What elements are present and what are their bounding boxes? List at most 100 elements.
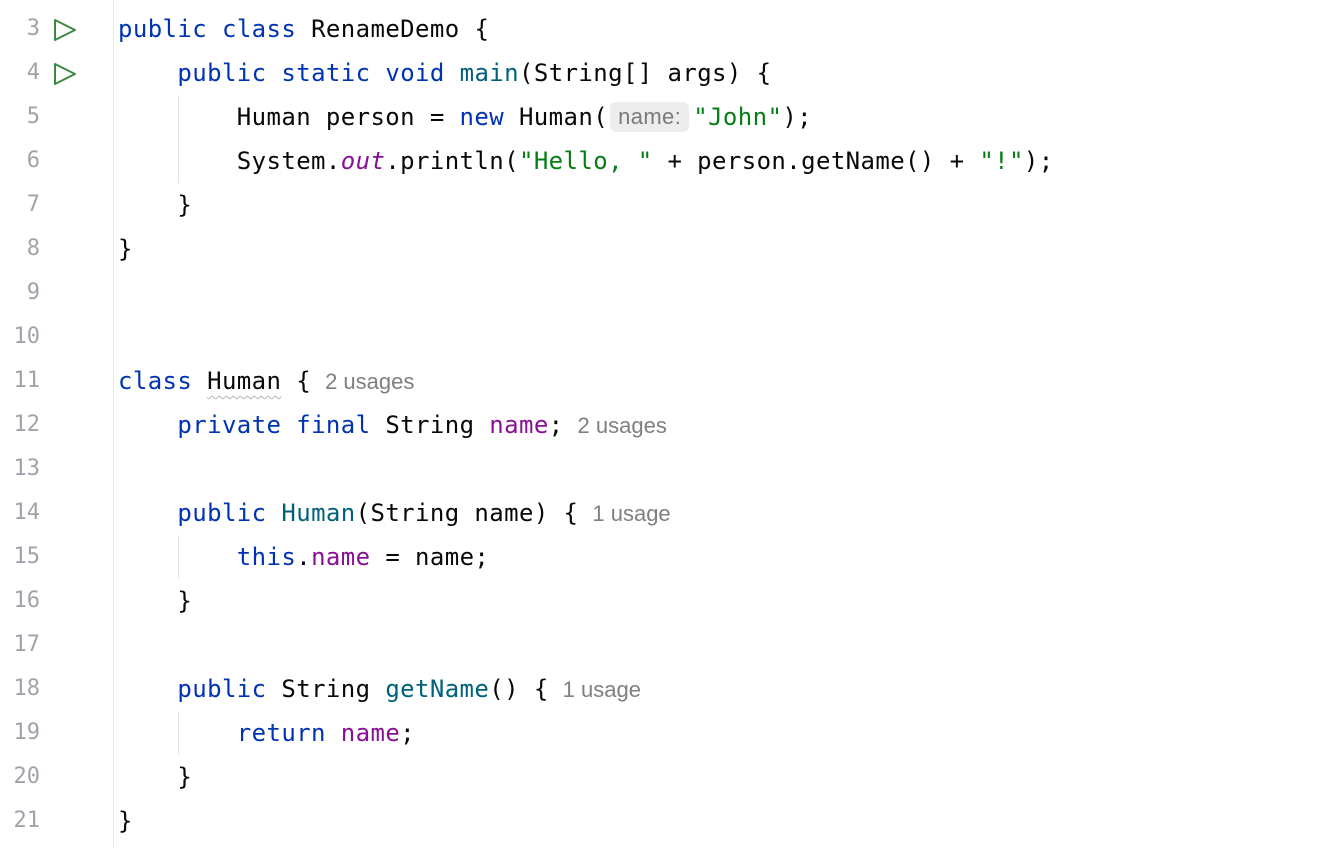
code-line: 19 return name; <box>0 711 1318 755</box>
code-line: 21 } <box>0 799 1318 843</box>
code-line: 8 } <box>0 227 1318 271</box>
keyword: void <box>385 59 445 87</box>
line-number: 16 <box>13 588 41 613</box>
field-name: name <box>311 543 371 571</box>
code-line: 14 public Human(String name) { 1 usage <box>0 491 1318 535</box>
code-token: Human( <box>504 103 609 131</box>
code-token: ; <box>400 719 416 747</box>
code-token: () { <box>489 675 549 703</box>
brace: { <box>474 15 490 43</box>
parameter-hint[interactable]: name: <box>610 102 690 132</box>
keyword: public <box>177 675 267 703</box>
code-token: .println( <box>385 147 519 175</box>
code-line: 20 } <box>0 755 1318 799</box>
keyword: public <box>177 499 267 527</box>
params: (String name) { <box>355 499 579 527</box>
run-icon[interactable] <box>52 62 78 86</box>
line-number: 18 <box>13 676 41 701</box>
code-line: 15 this.name = name; <box>0 535 1318 579</box>
field-name: name <box>489 411 549 439</box>
usages-hint[interactable]: 1 usage <box>563 677 641 702</box>
code-line: 18 public String getName() { 1 usage <box>0 667 1318 711</box>
code-line: 10 <box>0 315 1318 359</box>
line-number: 9 <box>26 280 40 305</box>
usages-hint[interactable]: 1 usage <box>592 501 670 526</box>
code-text: public static void main(String[] args) { <box>118 51 771 95</box>
keyword: public <box>177 59 267 87</box>
line-number: 13 <box>13 456 41 481</box>
code-text: public Human(String name) { 1 usage <box>118 491 670 536</box>
line-number: 20 <box>13 764 41 789</box>
line-number: 10 <box>13 324 41 349</box>
code-token: ); <box>1023 147 1054 175</box>
code-text: class Human {2 usages <box>118 359 414 404</box>
line-number: 4 <box>26 60 40 85</box>
code-token: ); <box>782 103 813 131</box>
keyword: public <box>118 15 208 43</box>
string-literal: "Hello, " <box>518 147 653 175</box>
code-line: 13 <box>0 447 1318 491</box>
code-line: 7 } <box>0 183 1318 227</box>
line-number: 14 <box>13 500 41 525</box>
brace: } <box>118 807 133 835</box>
brace: } <box>177 763 193 791</box>
code-token: = name; <box>370 543 490 571</box>
code-line: 9 <box>0 271 1318 315</box>
keyword: private <box>177 411 282 439</box>
brace: } <box>177 587 193 615</box>
code-line: 12 private final String name; 2 usages <box>0 403 1318 447</box>
static-field: out <box>340 147 386 175</box>
field-name: name <box>340 719 401 747</box>
method-name: getName <box>385 675 490 703</box>
code-line: 16 } <box>0 579 1318 623</box>
code-token: ; <box>548 411 564 439</box>
code-line: 17 <box>0 623 1318 667</box>
code-line: 3 public class RenameDemo { <box>0 7 1318 51</box>
keyword: class <box>221 15 297 43</box>
class-name: RenameDemo <box>311 15 460 43</box>
code-text: } <box>118 183 192 227</box>
line-number: 21 <box>13 808 41 833</box>
code-text: public String getName() { 1 usage <box>118 667 641 712</box>
code-line: 11 class Human {2 usages <box>0 359 1318 403</box>
line-number: 8 <box>26 236 40 261</box>
line-number: 12 <box>13 412 41 437</box>
code-text: private final String name; 2 usages <box>118 403 667 448</box>
class-name[interactable]: Human <box>207 367 281 395</box>
method-name: main <box>459 59 520 87</box>
string-literal: "John" <box>693 103 783 131</box>
string-literal: "!" <box>979 147 1024 175</box>
usages-hint[interactable]: 2 usages <box>325 369 414 394</box>
line-number: 17 <box>13 632 41 657</box>
run-icon[interactable] <box>52 18 78 42</box>
code-text: } <box>118 755 192 799</box>
line-number: 11 <box>13 368 41 393</box>
line-number: 5 <box>26 104 40 129</box>
brace: } <box>177 191 193 219</box>
type-name: String <box>266 675 386 703</box>
type-name: String <box>370 411 490 439</box>
code-token: System. <box>236 147 341 175</box>
keyword: this <box>236 543 297 571</box>
code-text: } <box>118 799 133 843</box>
line-number: 15 <box>13 544 41 569</box>
code-text: Human person = new Human(name: "John"); <box>118 95 812 139</box>
line-number: 7 <box>26 192 40 217</box>
keyword: static <box>281 59 371 87</box>
params: (String[] args) { <box>519 59 772 87</box>
keyword: class <box>118 367 193 395</box>
line-number: 3 <box>26 16 40 41</box>
code-token: Human person = <box>236 103 460 131</box>
code-line: 6 System.out.println("Hello, " + person.… <box>0 139 1318 183</box>
code-text: System.out.println("Hello, " + person.ge… <box>118 139 1054 183</box>
code-text: return name; <box>118 711 415 755</box>
keyword: new <box>459 103 505 131</box>
code-text: } <box>118 227 133 271</box>
usages-hint[interactable]: 2 usages <box>578 413 667 438</box>
line-number: 6 <box>26 148 40 173</box>
code-line: 4 public static void main(String[] args)… <box>0 51 1318 95</box>
line-number: 19 <box>13 720 41 745</box>
keyword: return <box>236 719 326 747</box>
keyword: final <box>296 411 371 439</box>
constructor-name: Human <box>281 499 356 527</box>
